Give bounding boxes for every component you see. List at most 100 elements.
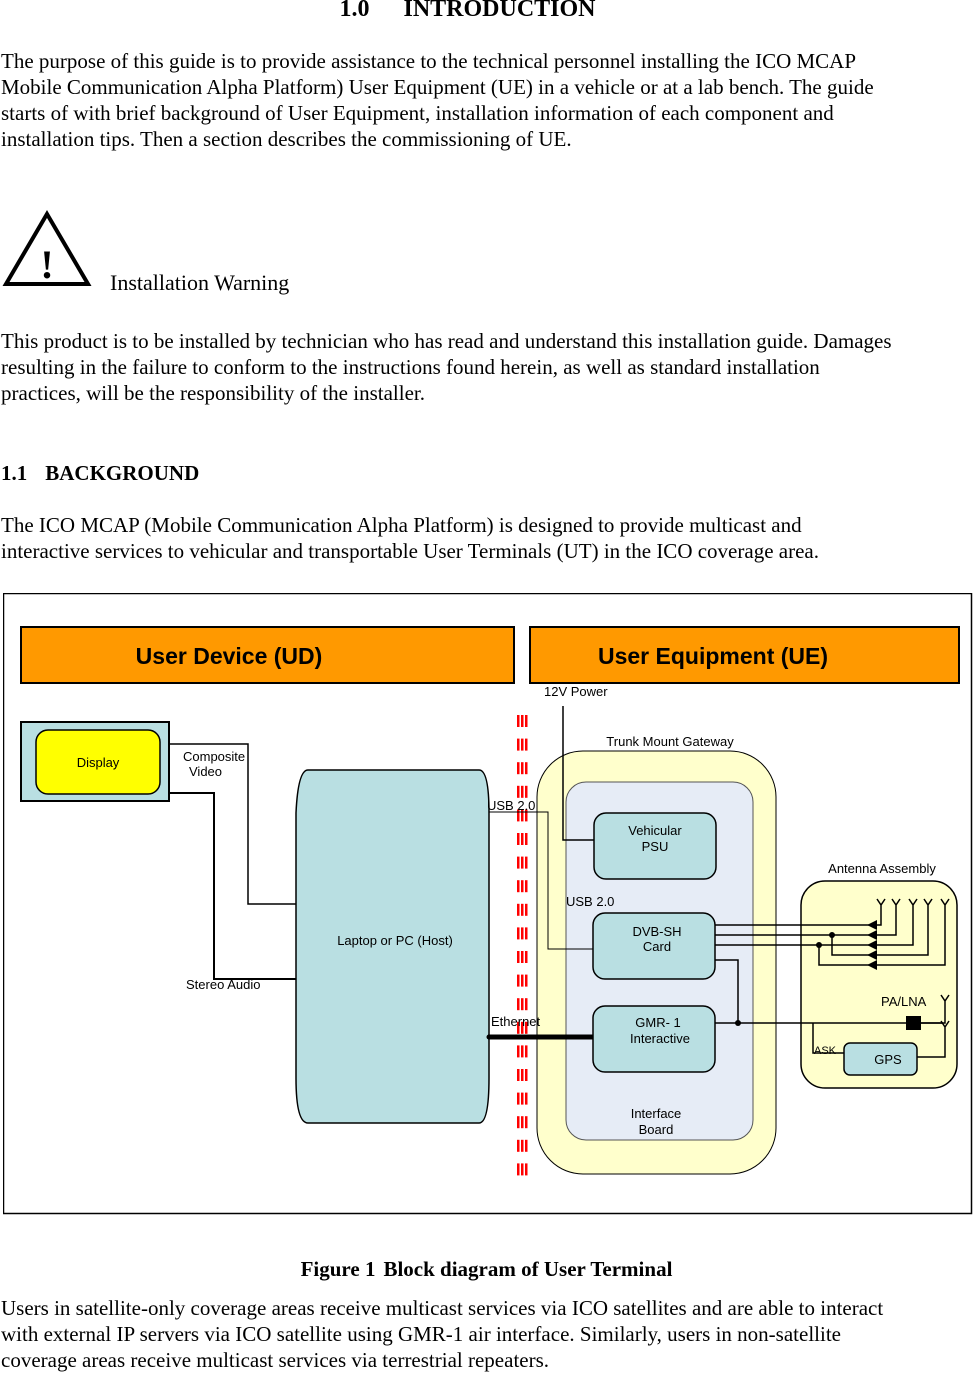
divider-dash: [517, 903, 520, 916]
divider-dash: [521, 998, 524, 1011]
divider-dash: [525, 833, 528, 845]
divider-dash: [521, 785, 524, 798]
closing-line: coverage areas receive multicast service…: [1, 1348, 550, 1372]
stereo-audio-label: Stereo Audio: [186, 977, 260, 992]
interface-label: Interface: [631, 1106, 682, 1121]
video-label: Video: [189, 764, 222, 779]
page-heading: 1.0 INTRODUCTION: [0, 0, 935, 23]
junction-dot: [829, 932, 835, 938]
intro-line: starts of with brief background of User …: [1, 101, 834, 125]
divider-dash: [525, 762, 528, 775]
divider-dash: [521, 738, 524, 751]
closing-line: Users in satellite-only coverage areas r…: [1, 1296, 884, 1320]
divider-dash: [517, 1139, 520, 1152]
divider-dash: [525, 998, 528, 1011]
block-diagram: User Device (UD) User Equipment (UE) Dis…: [3, 593, 973, 1215]
divider-dash: [517, 1069, 520, 1081]
interactive-label: Interactive: [630, 1031, 690, 1046]
background-line: interactive services to vehicular and tr…: [1, 539, 819, 563]
warning-paragraph: This product is to be installed by techn…: [1, 328, 892, 406]
figure-title: Block diagram of User Terminal: [383, 1257, 673, 1281]
section-title: BACKGROUND: [45, 461, 200, 485]
divider-dash: [525, 1045, 528, 1058]
divider-dash: [525, 715, 528, 727]
divider-dash: [521, 927, 524, 940]
divider-dash: [521, 974, 524, 987]
intro-line: Mobile Communication Alpha Platform) Use…: [1, 75, 874, 99]
warning-line: This product is to be installed by techn…: [1, 329, 892, 353]
background-line: The ICO MCAP (Mobile Communication Alpha…: [1, 513, 802, 537]
divider-dash: [521, 856, 524, 869]
power-label: 12V Power: [544, 684, 608, 699]
divider-dash: [525, 927, 528, 940]
divider-dash: [517, 856, 520, 869]
divider-dash: [525, 903, 528, 916]
display-label: Display: [77, 755, 120, 770]
divider-dash: [517, 715, 520, 727]
usb-card-label: USB 2.0: [566, 894, 614, 909]
divider-dash: [521, 1069, 524, 1081]
composite-label: Composite: [183, 749, 245, 764]
intro-line: installation tips. Then a section descri…: [1, 127, 572, 151]
divider-dash: [517, 998, 520, 1011]
dvb-label: DVB-SH: [632, 924, 681, 939]
ethernet-label: Ethernet: [491, 1014, 541, 1029]
warning-symbol: !: [40, 242, 53, 287]
gmr-label: GMR- 1: [635, 1015, 681, 1030]
divider-dash: [525, 1139, 528, 1152]
divider-dash: [521, 762, 524, 775]
gps-label: GPS: [874, 1052, 902, 1067]
divider-dash: [521, 715, 524, 727]
intro-line: The purpose of this guide is to provide …: [1, 49, 857, 73]
gateway-title: Trunk Mount Gateway: [606, 734, 734, 749]
host-label: Laptop or PC (Host): [337, 933, 453, 948]
closing-line: with external IP servers via ICO satelli…: [1, 1322, 841, 1346]
figure-caption: Figure 1 Block diagram of User Terminal: [0, 1257, 973, 1282]
heading-number: 1.0: [339, 0, 370, 22]
pa-lna-block: [906, 1016, 921, 1030]
divider-dash: [525, 1092, 528, 1105]
divider-dash: [517, 1092, 520, 1105]
divider-dash: [525, 880, 528, 893]
divider-dash: [521, 833, 524, 845]
divider-dash: [517, 785, 520, 798]
divider-dash: [517, 738, 520, 751]
figure-label: Figure 1: [300, 1257, 376, 1281]
divider-dash: [521, 880, 524, 893]
divider-dash: [525, 738, 528, 751]
psu-label: PSU: [642, 839, 669, 854]
junction-dot: [816, 942, 822, 948]
junction-dot: [735, 1020, 741, 1026]
divider-dash: [517, 1045, 520, 1058]
ask-label: ASK: [814, 1045, 837, 1057]
divider-dash: [521, 1045, 524, 1058]
banner-ue-label: User Equipment (UE): [598, 643, 828, 669]
divider-dash: [525, 1163, 528, 1176]
board-label: Board: [639, 1122, 674, 1137]
divider-dash: [525, 974, 528, 987]
pa-lna-label: PA/LNA: [881, 994, 927, 1009]
warning-triangle-icon: !: [2, 210, 92, 287]
divider-dash: [517, 880, 520, 893]
divider-dash: [525, 1116, 528, 1129]
section-number: 1.1: [1, 461, 28, 485]
divider-dash: [521, 1163, 524, 1176]
divider-dash: [525, 785, 528, 798]
section-heading: 1.1 BACKGROUND: [1, 461, 199, 486]
divider-dash: [525, 1069, 528, 1081]
divider-dash: [517, 1163, 520, 1176]
divider-dash: [521, 1139, 524, 1152]
divider-dash: [517, 762, 520, 775]
ethernet-node: [486, 1034, 492, 1040]
antenna-title: Antenna Assembly: [828, 861, 936, 876]
warning-line: resulting in the failure to conform to t…: [1, 355, 820, 379]
card-label: Card: [643, 939, 671, 954]
divider-dash: [517, 951, 520, 963]
banner-ud-label: User Device (UD): [136, 643, 323, 669]
psu-label: Vehicular: [628, 823, 682, 838]
divider-dash: [521, 951, 524, 963]
divider-dash: [517, 1116, 520, 1129]
divider-dash: [517, 833, 520, 845]
closing-paragraph: Users in satellite-only coverage areas r…: [1, 1295, 883, 1373]
divider-dash: [521, 1092, 524, 1105]
